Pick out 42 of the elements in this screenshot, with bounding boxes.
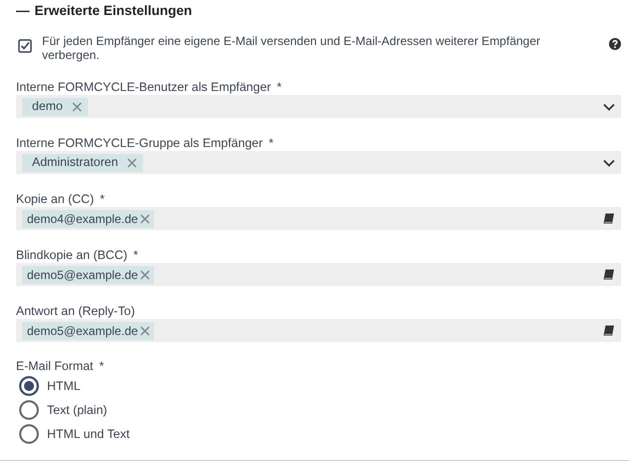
field-label: Interne FORMCYCLE-Benutzer als Empfänger bbox=[16, 79, 271, 95]
tag: Administratoren bbox=[22, 154, 144, 172]
radio-button[interactable] bbox=[19, 400, 39, 420]
remove-icon[interactable] bbox=[140, 214, 150, 224]
remove-icon[interactable] bbox=[140, 270, 150, 280]
address-field[interactable]: demo5@example.de bbox=[16, 263, 621, 286]
field-label: Blindkopie an (BCC) bbox=[16, 247, 128, 263]
remove-icon[interactable] bbox=[140, 326, 150, 336]
required-mark: * bbox=[133, 247, 138, 263]
field-label: Interne FORMCYCLE-Gruppe als Empfänger bbox=[16, 135, 263, 151]
required-mark: * bbox=[100, 191, 105, 207]
field-label: E-Mail Format bbox=[16, 358, 94, 374]
remove-icon[interactable] bbox=[127, 158, 138, 168]
select-field[interactable]: demo bbox=[16, 95, 621, 118]
remove-icon[interactable] bbox=[72, 102, 82, 112]
field-label: Kopie an (CC) bbox=[16, 191, 94, 207]
tag: demo5@example.de bbox=[22, 322, 154, 340]
address-field[interactable]: demo5@example.de bbox=[16, 319, 621, 342]
radio-label: Text (plain) bbox=[47, 402, 108, 419]
radio-label: HTML bbox=[47, 378, 80, 395]
address-book-icon[interactable] bbox=[603, 213, 615, 224]
required-mark: * bbox=[268, 135, 274, 151]
checkbox[interactable] bbox=[18, 39, 32, 53]
required-mark: * bbox=[99, 358, 104, 374]
tag: demo4@example.de bbox=[22, 210, 154, 228]
tag: demo5@example.de bbox=[22, 266, 154, 284]
collapse-toggle[interactable]: — bbox=[16, 0, 30, 22]
field-label: Antwort an (Reply-To) bbox=[16, 303, 135, 319]
tag: demo bbox=[22, 98, 88, 116]
chevron-down-icon[interactable] bbox=[603, 158, 615, 166]
radio-button[interactable] bbox=[19, 376, 39, 396]
address-field[interactable]: demo4@example.de bbox=[16, 207, 621, 230]
address-book-icon[interactable] bbox=[603, 269, 615, 280]
chevron-down-icon[interactable] bbox=[603, 102, 615, 110]
address-book-icon[interactable] bbox=[603, 325, 615, 336]
radio-button[interactable] bbox=[19, 424, 39, 444]
required-mark: * bbox=[276, 79, 282, 95]
select-field[interactable]: Administratoren bbox=[16, 151, 621, 174]
checkbox-label: Für jeden Empfänger eine eigene E-Mail versenden und E-Mail-Adressen weiterer Empfänger verbergen. bbox=[42, 34, 542, 62]
section-title: Erweiterte Einstellungen bbox=[34, 2, 192, 20]
radio-label: HTML und Text bbox=[47, 426, 130, 443]
help-icon[interactable] bbox=[609, 38, 621, 50]
